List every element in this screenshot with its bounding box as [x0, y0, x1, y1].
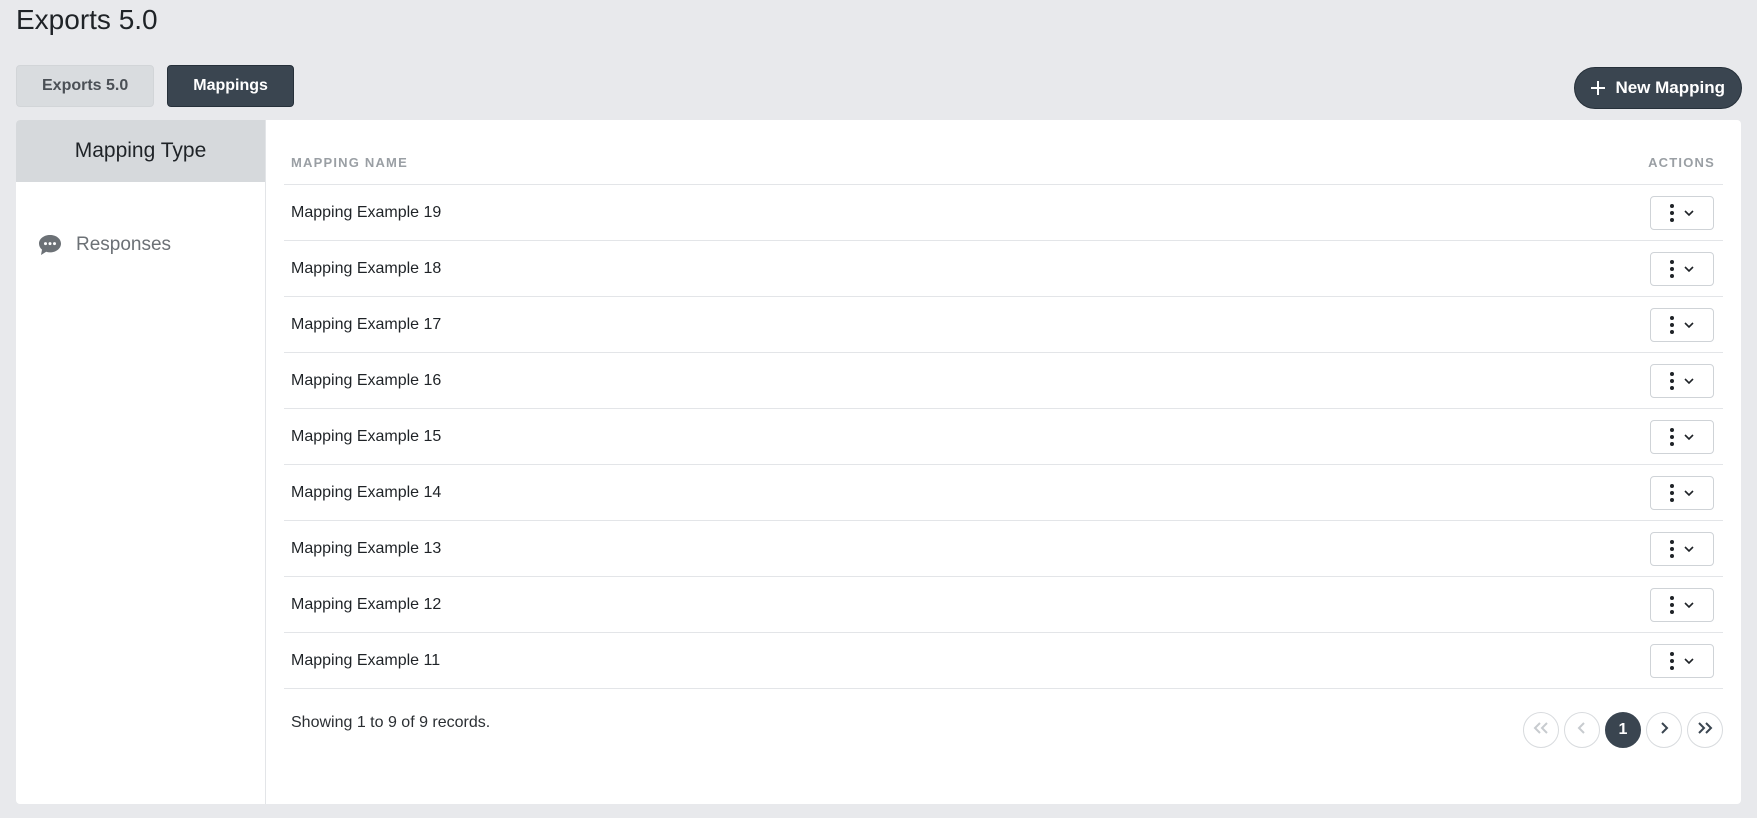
table-row: Mapping Example 16	[284, 353, 1723, 409]
tab-bar: Exports 5.0 Mappings	[16, 65, 294, 107]
page-title: Exports 5.0	[16, 4, 158, 35]
mapping-name: Mapping Example 17	[291, 315, 442, 333]
mapping-name: Mapping Example 11	[291, 651, 441, 669]
kebab-menu-icon	[1670, 427, 1674, 446]
table-footer: Showing 1 to 9 of 9 records. 1	[291, 710, 1723, 760]
table-row: Mapping Example 18	[284, 241, 1723, 297]
sidebar-item-label: Responses	[76, 234, 172, 255]
first-page-button[interactable]	[1523, 712, 1559, 748]
sidebar-item-responses[interactable]: Responses	[38, 234, 265, 256]
table-row: Mapping Example 12	[284, 577, 1723, 633]
new-mapping-label: New Mapping	[1615, 78, 1725, 97]
table-row: Mapping Example 17	[284, 297, 1723, 353]
chevron-right-icon	[1659, 721, 1669, 739]
mapping-name: Mapping Example 14	[291, 483, 442, 501]
sidebar: Mapping Type Responses	[16, 120, 266, 804]
table-header: MAPPING NAME ACTIONS	[284, 120, 1723, 185]
row-actions-button[interactable]	[1650, 363, 1714, 398]
row-actions-button[interactable]	[1650, 475, 1714, 510]
row-actions-button[interactable]	[1650, 419, 1714, 454]
row-actions-button[interactable]	[1650, 587, 1714, 622]
mappings-table: MAPPING NAME ACTIONS Mapping Example 19 M…	[266, 120, 1741, 804]
kebab-menu-icon	[1670, 203, 1674, 222]
chat-bubble-icon	[38, 234, 62, 256]
row-actions-button[interactable]	[1650, 195, 1714, 230]
sidebar-header: Mapping Type	[16, 120, 265, 182]
new-mapping-button[interactable]: New Mapping	[1574, 67, 1742, 109]
chevron-down-icon	[1684, 260, 1694, 278]
row-actions-button[interactable]	[1650, 251, 1714, 286]
chevron-down-icon	[1684, 596, 1694, 614]
table-row: Mapping Example 13	[284, 521, 1723, 577]
chevron-left-icon	[1577, 721, 1587, 739]
kebab-menu-icon	[1670, 371, 1674, 390]
row-actions-button[interactable]	[1650, 643, 1714, 678]
double-chevron-left-icon	[1533, 721, 1549, 739]
mapping-name: Mapping Example 13	[291, 539, 442, 557]
chevron-down-icon	[1684, 372, 1694, 390]
mapping-name: Mapping Example 15	[291, 427, 442, 445]
last-page-button[interactable]	[1687, 712, 1723, 748]
chevron-down-icon	[1684, 652, 1694, 670]
main-panel: Mapping Type Responses MAPPING NAME ACTI…	[16, 120, 1741, 804]
kebab-menu-icon	[1670, 595, 1674, 614]
chevron-down-icon	[1684, 540, 1694, 558]
prev-page-button[interactable]	[1564, 712, 1600, 748]
row-actions-button[interactable]	[1650, 307, 1714, 342]
table-row: Mapping Example 14	[284, 465, 1723, 521]
page-number-button[interactable]: 1	[1605, 712, 1641, 748]
next-page-button[interactable]	[1646, 712, 1682, 748]
tab-exports[interactable]: Exports 5.0	[16, 65, 155, 107]
table-row: Mapping Example 19	[284, 185, 1723, 241]
mapping-name: Mapping Example 12	[291, 595, 442, 613]
column-header-name[interactable]: MAPPING NAME	[291, 155, 408, 170]
records-count: Showing 1 to 9 of 9 records.	[291, 714, 491, 731]
double-chevron-right-icon	[1697, 721, 1713, 739]
mapping-name: Mapping Example 18	[291, 259, 442, 277]
mapping-name: Mapping Example 19	[291, 203, 442, 221]
chevron-down-icon	[1684, 484, 1694, 502]
plus-icon	[1591, 81, 1606, 95]
table-row: Mapping Example 15	[284, 409, 1723, 465]
kebab-menu-icon	[1670, 651, 1674, 670]
tab-mappings[interactable]: Mappings	[167, 65, 294, 107]
table-row: Mapping Example 11	[284, 633, 1723, 689]
chevron-down-icon	[1684, 428, 1694, 446]
column-header-actions: ACTIONS	[1648, 155, 1715, 170]
kebab-menu-icon	[1670, 483, 1674, 502]
kebab-menu-icon	[1670, 539, 1674, 558]
row-actions-button[interactable]	[1650, 531, 1714, 566]
chevron-down-icon	[1684, 204, 1694, 222]
chevron-down-icon	[1684, 316, 1694, 334]
pagination: 1	[1523, 712, 1723, 748]
mapping-name: Mapping Example 16	[291, 371, 442, 389]
kebab-menu-icon	[1670, 315, 1674, 334]
kebab-menu-icon	[1670, 259, 1674, 278]
